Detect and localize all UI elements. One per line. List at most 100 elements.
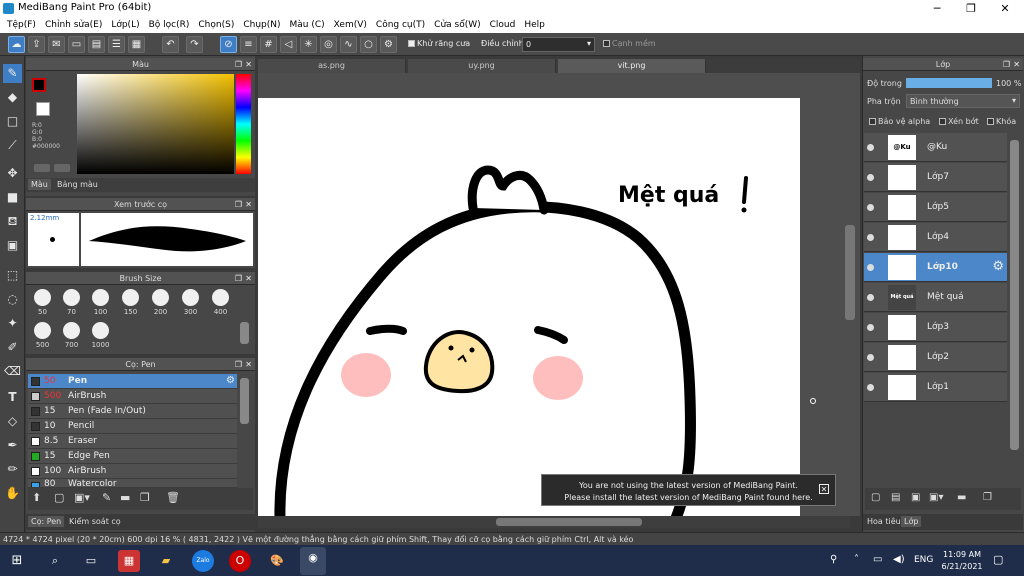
soft-edge-checkbox[interactable] [603,40,610,47]
undock-icon[interactable]: ❐ [235,272,242,285]
brush-item[interactable]: 80 Watercolor [28,479,237,488]
person-icon[interactable]: ⚲ [830,554,837,565]
cross-snap-icon[interactable]: # [260,36,277,53]
size-cell[interactable]: 700 [57,319,86,349]
brush-item[interactable]: 500 AirBrush [28,389,237,404]
brush-tool-icon[interactable]: ✎ [3,64,22,83]
paint-icon[interactable]: 🎨 [266,550,288,572]
menu-filter[interactable]: Bộ lọc(R) [149,20,190,30]
size-cell[interactable]: 500 [28,319,57,349]
tab-color[interactable]: Màu [28,179,51,190]
select-rect-tool-icon[interactable]: ⬚ [3,266,22,285]
layer-row[interactable]: Lớp1 [864,373,1007,402]
blend-mode-select[interactable]: Bình thường ▾ [906,94,1020,108]
layer-row[interactable]: Mệt quá Mệt quá [864,283,1007,312]
grid-icon[interactable]: ▦ [128,36,145,53]
menu-cloud[interactable]: Cloud [490,20,516,30]
size-cell[interactable]: 400 [206,286,235,316]
language-indicator[interactable]: ENG [914,555,933,565]
task-view-icon[interactable]: ▭ [80,550,102,572]
magic-wand-tool-icon[interactable]: ✦ [3,314,22,333]
antialias-checkbox[interactable] [408,40,415,47]
tab-palette[interactable]: Bảng màu [54,179,101,190]
protect-alpha-checkbox[interactable] [869,118,876,125]
eraser-tool-icon[interactable]: ◆ [3,88,22,107]
new-layer-icon[interactable]: ▢ [871,492,880,503]
text-tool-icon[interactable]: T [3,388,22,407]
settings-icon[interactable]: ⚙ [380,36,397,53]
close-icon[interactable]: ✕ [1013,58,1020,71]
trash-icon[interactable]: 🗑 [166,491,180,504]
close-icon[interactable]: ✕ [245,58,252,71]
layer-row[interactable]: Lớp4 [864,223,1007,252]
copy-layer-icon[interactable]: ▤ [891,492,900,503]
scrollbar-thumb[interactable] [496,518,642,526]
scrollbar[interactable] [240,378,249,424]
tab-layer[interactable]: Lớp [901,516,922,527]
eye-icon[interactable] [867,174,874,181]
swap-color-button[interactable] [34,164,50,172]
radial-snap-icon[interactable]: ✳ [300,36,317,53]
brush-item[interactable]: 15 Edge Pen [28,449,237,464]
vanishing-snap-icon[interactable]: ◁ [280,36,297,53]
eye-icon[interactable] [867,144,874,151]
curve-snap-icon[interactable]: ∿ [340,36,357,53]
opera-icon[interactable]: O [229,550,251,572]
add-brush-icon[interactable]: ▣▾ [74,491,90,504]
undo-icon[interactable]: ↶ [162,36,179,53]
layer-row[interactable]: Lớp7 [864,163,1007,192]
layer-row[interactable]: Lớp2 [864,343,1007,372]
menu-file[interactable]: Tệp(F) [7,20,36,30]
volume-icon[interactable]: ◀) [893,554,905,565]
primary-color-swatch[interactable] [32,78,46,92]
vertical-scrollbar[interactable] [845,225,855,320]
size-cell[interactable]: 100 [86,286,115,316]
menu-tools[interactable]: Công cụ(T) [376,20,425,30]
brush-item[interactable]: 50 Pen ⚙ [28,374,237,389]
lasso-tool-icon[interactable]: ◌ [3,290,22,309]
ellipse-snap-icon[interactable]: ○ [360,36,377,53]
bucket-tool-icon[interactable]: ⛾ [3,212,22,231]
eye-icon[interactable] [867,264,874,271]
line-tool-icon[interactable]: ⟋ [3,136,22,155]
new-brush-icon[interactable]: ▢ [54,491,64,504]
undock-icon[interactable]: ❐ [235,58,242,71]
chevron-up-icon[interactable]: ˄ [854,554,859,565]
search-icon[interactable]: ⌕ [44,550,66,572]
close-icon[interactable]: ✕ [245,358,252,371]
menu-view[interactable]: Xem(V) [334,20,367,30]
gear-icon[interactable]: ⚙ [226,375,235,386]
brush-item[interactable]: 100 AirBrush [28,464,237,479]
size-cell[interactable]: 70 [57,286,86,316]
eye-icon[interactable] [867,204,874,211]
close-button[interactable]: ✕ [988,0,1022,17]
color-picker-area[interactable] [77,74,234,174]
tab-uy-png[interactable]: uy.png [408,59,556,73]
document-icon[interactable]: ▤ [88,36,105,53]
tab-vit-png[interactable]: vit.png [558,59,706,73]
tab-navigator[interactable]: Hoa tiêu [865,516,903,527]
gradient-tool-icon[interactable]: ▣ [3,236,22,255]
clock[interactable]: 11:09 AM 6/21/2021 [940,549,984,573]
circle-snap-icon[interactable]: ◎ [320,36,337,53]
hand-tool-icon[interactable]: ✋ [3,484,22,503]
minimize-button[interactable]: ─ [920,0,954,17]
tab-brush[interactable]: Cọ: Pen [28,516,65,527]
layer-row[interactable]: Lớp10 ⚙ [864,253,1007,282]
close-icon[interactable]: ✕ [245,198,252,211]
scrollbar[interactable] [240,322,249,344]
layer-row[interactable]: Lớp3 [864,313,1007,342]
comment-icon[interactable]: ✉ [48,36,65,53]
move-tool-icon[interactable]: ✥ [3,164,22,183]
close-icon[interactable]: ✕ [245,272,252,285]
edit-icon[interactable]: ✎ [102,491,111,504]
size-cell[interactable]: 200 [146,286,175,316]
scrollbar[interactable] [1010,140,1019,450]
eye-icon[interactable] [867,354,874,361]
reset-color-button[interactable] [54,164,70,172]
size-cell[interactable]: 150 [116,286,145,316]
parallel-snap-icon[interactable]: ≡ [240,36,257,53]
horizontal-scrollbar[interactable] [258,516,850,528]
clipping-checkbox[interactable] [939,118,946,125]
brush-item[interactable]: 10 Pencil [28,419,237,434]
